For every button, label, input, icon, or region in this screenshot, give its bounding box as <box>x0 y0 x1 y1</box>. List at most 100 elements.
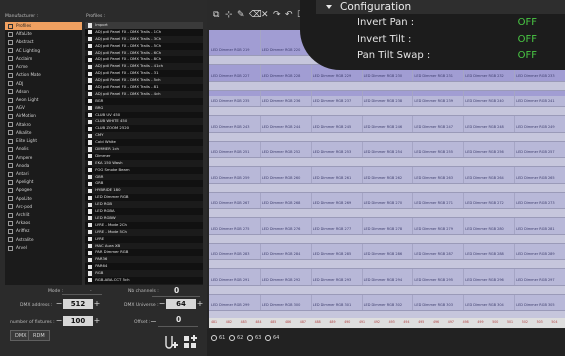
manufacturer-item[interactable]: Elite Light <box>5 137 82 145</box>
profile-item[interactable]: Dimmer <box>85 152 203 160</box>
fixture-cell-label[interactable]: LED Dimmer RGB 260 <box>262 176 301 180</box>
checkbox-icon[interactable] <box>88 44 93 49</box>
fixture-cell-label[interactable]: LED Dimmer RGB 255 <box>414 150 453 154</box>
fixture-cell-label[interactable]: LED Dimmer RGB 229 <box>313 74 352 78</box>
manufacturer-item[interactable]: Acclaim <box>5 55 82 63</box>
config-row-invert-pan[interactable]: Invert Pan : OFF <box>357 17 537 28</box>
checkbox-icon[interactable] <box>88 168 93 173</box>
checkbox-icon[interactable] <box>88 209 93 214</box>
fixture-cell-label[interactable]: LED Dimmer RGB 235 <box>211 99 250 103</box>
toolbar-tool-icon[interactable]: ✎ <box>237 10 245 20</box>
invert-pan-value[interactable]: OFF <box>518 17 537 28</box>
checkbox-icon[interactable] <box>88 154 93 159</box>
checkbox-icon[interactable] <box>88 271 93 276</box>
checkbox-icon[interactable] <box>88 174 93 180</box>
checkbox-icon[interactable] <box>88 181 93 187</box>
config-row-invert-tilt[interactable]: Invert Tilt : OFF <box>357 34 537 45</box>
profile-item[interactable]: BRG <box>85 105 203 112</box>
fixture-cell-label[interactable]: LED Dimmer RGB 249 <box>516 125 555 129</box>
checkbox-icon[interactable] <box>88 243 93 249</box>
profile-item[interactable]: CLUB ZOOM 2520 <box>85 125 203 133</box>
fixture-cell-label[interactable]: LED Dimmer RGB 302 <box>364 303 403 307</box>
fixture-cell-label[interactable]: LED Dimmer RGB 287 <box>414 252 453 256</box>
configuration-header[interactable]: Configuration <box>316 0 565 14</box>
checkbox-icon[interactable] <box>88 85 93 90</box>
fixture-count-stepper[interactable]: − 100 + <box>55 316 101 326</box>
grid-row[interactable] <box>209 259 565 269</box>
manufacturer-item[interactable]: Apelight <box>5 178 82 186</box>
manufacturer-item[interactable]: Apogee <box>5 186 82 194</box>
dmx-address-value[interactable]: 512 <box>63 299 93 309</box>
checkbox-icon[interactable] <box>88 30 93 35</box>
fixture-cell-label[interactable]: LED Dimmer RGB 273 <box>516 201 555 205</box>
fixture-cell-label[interactable]: LED Dimmer RGB 261 <box>313 176 352 180</box>
fixture-cell-label[interactable]: LED Dimmer RGB 256 <box>465 150 504 154</box>
invert-tilt-value[interactable]: OFF <box>518 34 537 45</box>
toolbar-tool-icon[interactable]: ⊹ <box>225 10 233 20</box>
manufacturer-item[interactable]: AirMotion <box>5 112 82 120</box>
grid-row[interactable] <box>209 208 565 218</box>
dmx-address-increment[interactable]: + <box>93 299 101 309</box>
checkbox-icon[interactable] <box>88 264 93 269</box>
fixture-cell-label[interactable]: LED Dimmer RGB 276 <box>262 227 301 231</box>
profile-item[interactable]: DIMMER 1ch <box>85 146 203 153</box>
fixture-cell-label[interactable]: LED Dimmer RGB 272 <box>465 201 504 205</box>
fixture-cell-label[interactable]: LED Dimmer RGB 236 <box>262 99 301 103</box>
profile-item[interactable]: ADJ pdl Panel FX - DMX Trails - 5Ch <box>85 42 203 50</box>
manufacturer-list[interactable]: Profiles AlfaLite Abstract AC Lighting Accla… <box>5 22 82 285</box>
profile-item[interactable]: LYRE <box>85 235 203 243</box>
offset-value[interactable]: 0 <box>176 315 181 324</box>
checkbox-icon[interactable] <box>88 50 93 56</box>
fixture-cell-label[interactable]: LED Dimmer RGB 257 <box>516 150 555 154</box>
checkbox-icon[interactable] <box>88 37 93 42</box>
dmx-universe-stepper[interactable]: − 64 + <box>158 299 204 309</box>
manufacturer-item[interactable]: Ariffez <box>5 227 82 235</box>
universe-tab[interactable]: 62 <box>229 335 243 341</box>
fixture-cell-label[interactable]: LED Dimmer RGB 246 <box>364 125 403 129</box>
fixture-cell-label[interactable]: LED Dimmer RGB 278 <box>364 227 403 231</box>
fixture-cell-label[interactable]: LED Dimmer RGB 270 <box>364 201 403 205</box>
fixture-cell-label[interactable]: LED Dimmer RGB 303 <box>414 303 453 307</box>
checkbox-icon[interactable] <box>88 99 93 104</box>
checkbox-icon[interactable] <box>88 147 93 152</box>
profile-item[interactable]: LED RGBA <box>85 208 203 215</box>
profile-item[interactable]: GRB <box>85 180 203 188</box>
fixture-cell-label[interactable]: LED Dimmer RGB 243 <box>211 125 250 129</box>
profile-item[interactable]: RGB-ABA-CCT 5ch <box>85 276 203 284</box>
fixture-cell-label[interactable]: LED Dimmer RGB 291 <box>211 278 250 282</box>
fixture-cell-label[interactable]: LED Dimmer RGB 239 <box>414 99 453 103</box>
fixture-cell-label[interactable]: LED Dimmer RGB 304 <box>465 303 504 307</box>
fixture-cell-label[interactable]: LED Dimmer RGB 267 <box>211 201 250 205</box>
grid-row[interactable] <box>209 131 565 142</box>
manufacturer-item[interactable]: AC Lighting <box>5 47 82 55</box>
grid-row[interactable] <box>209 233 565 244</box>
grid-row[interactable] <box>209 80 565 91</box>
fixture-cell-label[interactable]: LED Dimmer RGB 227 <box>211 74 250 78</box>
fixture-cell-label[interactable]: LED Dimmer RGB 275 <box>211 227 250 231</box>
fixture-cell-label[interactable]: LED Dimmer RGB 281 <box>516 227 555 231</box>
profile-item[interactable]: FOG Smoke Beam <box>85 166 203 174</box>
fixture-cell-label[interactable]: LED Dimmer RGB 271 <box>414 201 453 205</box>
manufacturer-item[interactable]: AGV <box>5 104 82 112</box>
profile-item[interactable]: PAR36 <box>85 256 203 263</box>
dmx-address-stepper[interactable]: − 512 + <box>55 299 101 309</box>
manufacturer-item[interactable]: ApoLite <box>5 195 82 203</box>
fixture-count-value[interactable]: 100 <box>63 316 93 326</box>
fixture-cell-label[interactable]: LED Dimmer RGB 233 <box>516 74 555 78</box>
profile-item[interactable]: EKA 150 Wash <box>85 160 203 167</box>
manufacturer-item[interactable]: Aeon Light <box>5 96 82 104</box>
pan-tilt-swap-value[interactable]: OFF <box>518 50 537 61</box>
checkbox-icon[interactable] <box>88 92 93 97</box>
fixture-cell-label[interactable]: LED Dimmer RGB 248 <box>465 125 504 129</box>
fixture-cell-label[interactable]: LED Dimmer RGB 245 <box>313 125 352 129</box>
grid-row[interactable] <box>209 284 565 295</box>
manufacturer-item[interactable]: Arkaos <box>5 219 82 227</box>
fixture-cell-label[interactable]: LED Dimmer RGB 254 <box>364 150 403 154</box>
profile-item[interactable]: Import <box>85 22 203 29</box>
manufacturer-item[interactable]: AlfaLite <box>5 30 82 38</box>
offset-decrement[interactable]: − <box>150 317 157 326</box>
manufacturer-item[interactable]: Acme <box>5 63 82 71</box>
profile-item[interactable]: RGB <box>85 270 203 277</box>
fixture-cell-label[interactable]: LED Dimmer RGB 219 <box>211 48 250 52</box>
manufacturer-item[interactable]: Abstract <box>5 38 82 46</box>
